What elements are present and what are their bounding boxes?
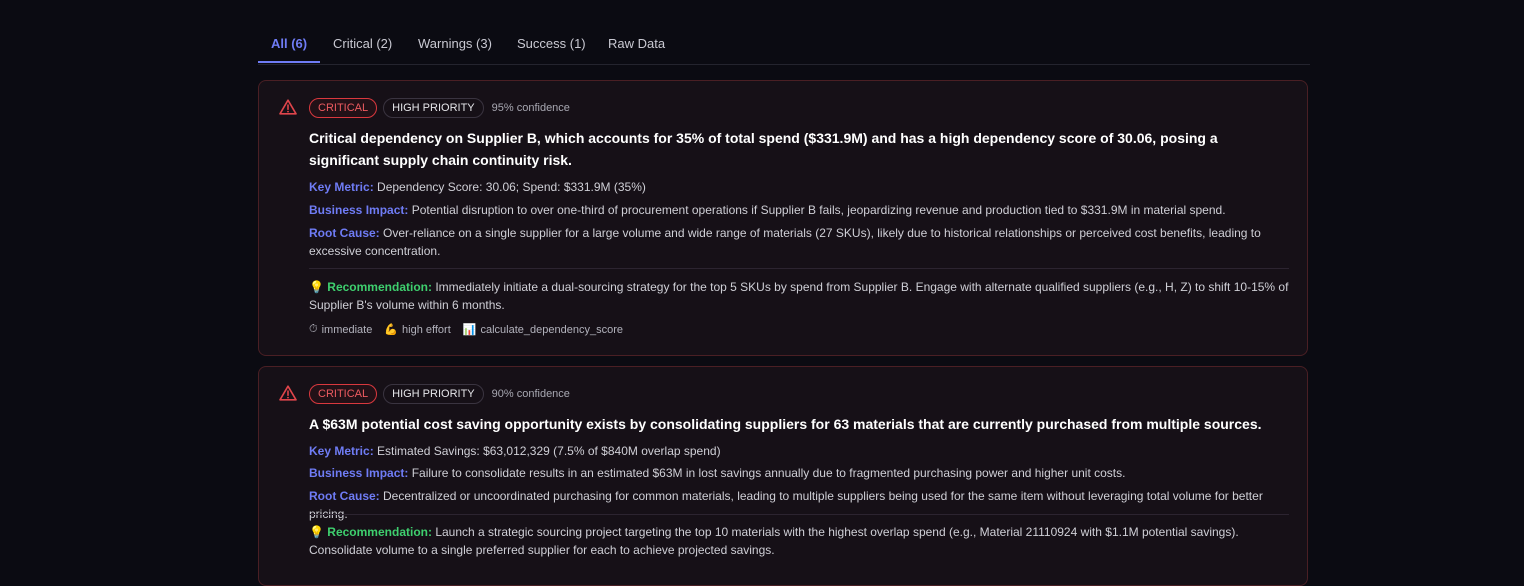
timer-icon: ⏱ — [309, 323, 318, 335]
insight-title: A $63M potential cost saving opportunity… — [309, 416, 1262, 432]
key-metric-label: Key Metric: — [309, 444, 374, 458]
tab-all[interactable]: All (6) — [271, 36, 307, 51]
severity-badge: CRITICAL — [309, 98, 378, 118]
priority-badge: HIGH PRIORITY — [383, 384, 484, 404]
recommendation-line: 💡 Recommendation: Launch a strategic sou… — [309, 523, 1289, 559]
business-impact-value: Potential disruption to over one-third o… — [411, 203, 1226, 217]
root-cause-label: Root Cause: — [309, 489, 380, 503]
root-cause-line: Root Cause: Decentralized or uncoordinat… — [309, 487, 1289, 523]
lightbulb-icon: 💡 — [309, 280, 324, 294]
recommendation-label: Recommendation: — [327, 525, 432, 539]
recommendation-label: Recommendation: — [327, 280, 432, 294]
insight-tabs: All (6) Critical (2) Warnings (3) Succes… — [258, 0, 1310, 65]
effort-text: high effort — [402, 323, 451, 336]
key-metric-value: Estimated Savings: $63,012,329 (7.5% of … — [377, 444, 721, 458]
business-impact-line: Business Impact: Failure to consolidate … — [309, 464, 1289, 482]
tab-success[interactable]: Success (1) — [517, 36, 586, 51]
timing-tag: ⏱ immediate — [309, 323, 372, 336]
business-impact-label: Business Impact: — [309, 203, 409, 217]
root-cause-value: Decentralized or uncoordinated purchasin… — [309, 489, 1263, 521]
priority-badge: HIGH PRIORITY — [383, 98, 484, 118]
root-cause-label: Root Cause: — [309, 226, 380, 240]
lightbulb-icon: 💡 — [309, 525, 324, 539]
insight-card: CRITICAL HIGH PRIORITY 90% confidence A … — [258, 366, 1308, 586]
root-cause-line: Root Cause: Over-reliance on a single su… — [309, 224, 1289, 260]
recommendation-value: Immediately initiate a dual-sourcing str… — [309, 280, 1289, 312]
flexed-arm-icon: 💪 — [384, 324, 399, 336]
insight-title: Critical dependency on Supplier B, which… — [309, 130, 1218, 168]
tool-text: calculate_dependency_score — [480, 323, 623, 336]
warning-triangle-icon — [279, 99, 297, 115]
business-impact-value: Failure to consolidate results in an est… — [411, 466, 1126, 480]
severity-badge: CRITICAL — [309, 384, 378, 404]
recommendation-value: Launch a strategic sourcing project targ… — [309, 525, 1239, 557]
warning-triangle-icon — [279, 385, 297, 401]
meta-row: ⏱ immediate 💪 high effort 📊 calculate_de… — [309, 323, 635, 336]
timing-text: immediate — [321, 323, 373, 336]
tool-tag: 📊 calculate_dependency_score — [462, 323, 623, 337]
confidence-text: 90% confidence — [491, 388, 570, 400]
tab-raw-data[interactable]: Raw Data — [608, 36, 665, 51]
business-impact-line: Business Impact: Potential disruption to… — [309, 201, 1289, 219]
key-metric-label: Key Metric: — [309, 180, 374, 194]
insight-card: CRITICAL HIGH PRIORITY 95% confidence Cr… — [258, 80, 1308, 356]
key-metric-value: Dependency Score: 30.06; Spend: $331.9M … — [377, 180, 646, 194]
key-metric-line: Key Metric: Dependency Score: 30.06; Spe… — [309, 178, 1289, 196]
effort-tag: 💪 high effort — [384, 323, 451, 337]
divider — [309, 268, 1289, 269]
root-cause-value: Over-reliance on a single supplier for a… — [309, 226, 1261, 258]
badge-row: CRITICAL HIGH PRIORITY 95% confidence — [309, 97, 570, 119]
divider — [309, 514, 1289, 515]
active-tab-indicator — [258, 61, 320, 63]
bar-chart-icon: 📊 — [462, 324, 477, 336]
badge-row: CRITICAL HIGH PRIORITY 90% confidence — [309, 383, 570, 405]
recommendation-line: 💡 Recommendation: Immediately initiate a… — [309, 278, 1289, 314]
insights-panel: All (6) Critical (2) Warnings (3) Succes… — [258, 0, 1310, 586]
confidence-text: 95% confidence — [491, 102, 570, 114]
business-impact-label: Business Impact: — [309, 466, 409, 480]
tab-critical[interactable]: Critical (2) — [333, 36, 392, 51]
key-metric-line: Key Metric: Estimated Savings: $63,012,3… — [309, 442, 1289, 460]
tab-warnings[interactable]: Warnings (3) — [418, 36, 492, 51]
